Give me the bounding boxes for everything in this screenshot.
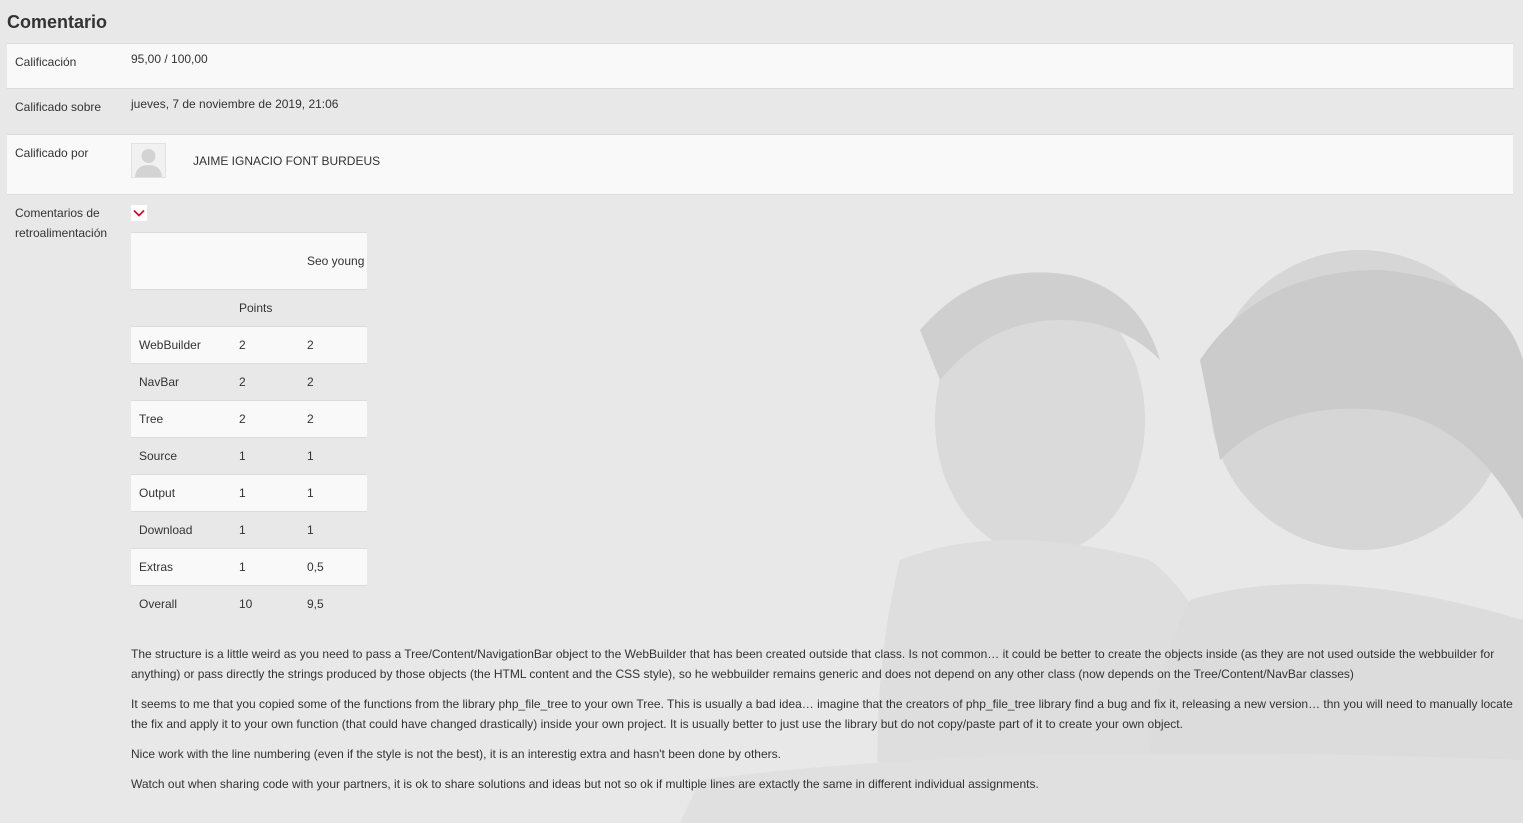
rubric-row: Source 1 1 [131,437,367,475]
grader-name[interactable]: JAIME IGNACIO FONT BURDEUS [193,154,380,168]
rubric-criterion: Overall [131,585,231,622]
feedback-label: Comentarios de retroalimentación [7,194,131,804]
rubric-score: 9,5 [299,585,367,622]
rubric-points: 1 [231,511,299,549]
feedback-value: Seo young Points WebBuilder 2 2 NavBar 2… [131,194,1513,804]
rubric-header-empty [131,232,231,290]
grade-row: Calificación 95,00 / 100,00 [7,43,1513,89]
rubric-row: Overall 10 9,5 [131,585,367,622]
rubric-subheader-row: Points [131,289,367,327]
feedback-section: Comentario Calificación 95,00 / 100,00 C… [0,0,1523,804]
rubric-row: Output 1 1 [131,474,367,512]
rubric-criterion: WebBuilder [131,326,231,364]
graded-on-row: Calificado sobre jueves, 7 de noviembre … [7,88,1513,135]
graded-by-label: Calificado por [7,134,131,195]
rubric-score: 1 [299,437,367,475]
grader: JAIME IGNACIO FONT BURDEUS [131,143,1513,178]
grade-label: Calificación [7,43,131,89]
rubric-row: Tree 2 2 [131,400,367,438]
rubric-score: 0,5 [299,548,367,586]
graded-by-row: Calificado por JAIME IGNACIO FONT BURDEU… [7,134,1513,195]
feedback-row: Comentarios de retroalimentación Seo you… [7,194,1513,804]
rubric-score: 2 [299,326,367,364]
avatar[interactable] [131,143,166,178]
rubric-criterion: Download [131,511,231,549]
graded-on-label: Calificado sobre [7,88,131,135]
rubric-points: 2 [231,326,299,364]
comment-paragraph: The structure is a little weird as you n… [131,647,1495,681]
rubric-subheader-empty [131,289,231,327]
grade-value: 95,00 / 100,00 [131,43,1513,89]
rubric-score: 1 [299,474,367,512]
feedback-table: Calificación 95,00 / 100,00 Calificado s… [7,43,1513,804]
rubric-criterion: Extras [131,548,231,586]
feedback-comments: The structure is a little weird as you n… [131,644,1513,794]
rubric-score: 2 [299,363,367,401]
rubric-criterion: Output [131,474,231,512]
rubric-points: 2 [231,363,299,401]
graded-on-value: jueves, 7 de noviembre de 2019, 21:06 [131,88,1513,135]
rubric-row: NavBar 2 2 [131,363,367,401]
rubric-points: 10 [231,585,299,622]
rubric-header-points: Points [231,289,299,327]
rubric-criterion: Tree [131,400,231,438]
rubric-points: 1 [231,474,299,512]
rubric-header-empty-2 [231,232,299,290]
rubric-points: 1 [231,548,299,586]
rubric-criterion: Source [131,437,231,475]
rubric-points: 2 [231,400,299,438]
graded-by-value: JAIME IGNACIO FONT BURDEUS [131,134,1513,195]
user-icon [135,149,162,177]
rubric-header-row: Seo young [131,232,367,290]
section-title: Comentario [7,12,108,32]
comment-paragraph: It seems to me that you copied some of t… [131,697,1513,731]
chevron-down-icon[interactable] [131,205,147,221]
comment-paragraph: Nice work with the line numbering (even … [131,747,781,761]
rubric-score: 2 [299,400,367,438]
rubric-criterion: NavBar [131,363,231,401]
rubric-row: Extras 1 0,5 [131,548,367,586]
rubric-row: Download 1 1 [131,511,367,549]
comment-paragraph: Watch out when sharing code with your pa… [131,777,1039,791]
rubric-points: 1 [231,437,299,475]
rubric-subheader-empty-2 [299,289,367,327]
rubric-header-student: Seo young [299,232,367,290]
rubric-row: WebBuilder 2 2 [131,326,367,364]
rubric-score: 1 [299,511,367,549]
rubric-table: Seo young Points WebBuilder 2 2 NavBar 2… [131,232,367,622]
